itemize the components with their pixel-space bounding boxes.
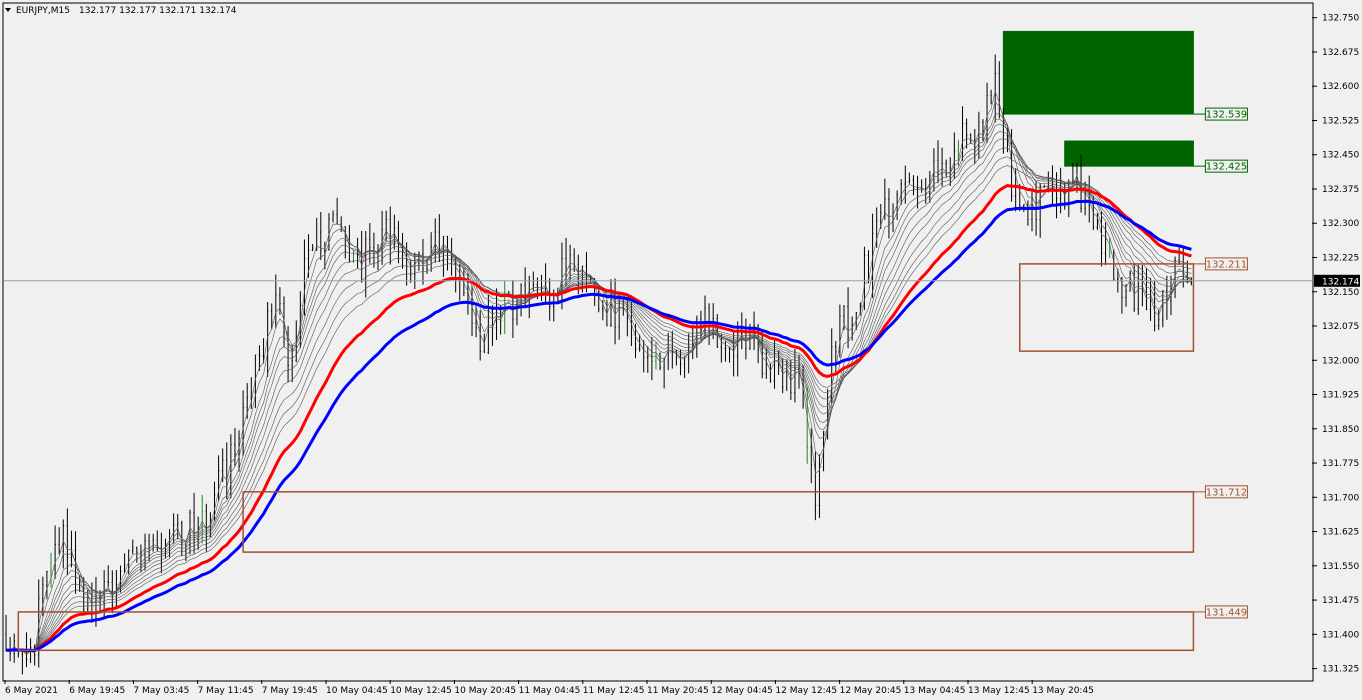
price-tick-label: 132.750 — [1322, 14, 1359, 24]
time-tick-label: 10 May 20:45 — [454, 686, 516, 696]
current-price-label: 132.174 — [1322, 277, 1359, 287]
symbol-label: EURJPY,M15 — [16, 6, 70, 16]
price-tick-label: 131.850 — [1322, 425, 1359, 435]
time-tick-label: 10 May 12:45 — [390, 686, 452, 696]
price-tick-label: 132.450 — [1322, 151, 1359, 161]
time-tick-label: 12 May 04:45 — [711, 686, 773, 696]
price-tick-label: 132.375 — [1322, 185, 1359, 195]
time-tick-label: 12 May 12:45 — [775, 686, 837, 696]
price-tick-label: 131.625 — [1322, 528, 1359, 538]
price-tick-label: 131.700 — [1322, 493, 1359, 503]
price-tick-label: 131.400 — [1322, 630, 1359, 640]
price-tick-label: 132.600 — [1322, 82, 1359, 92]
zone-price-label: 131.712 — [1206, 487, 1247, 498]
price-tick-label: 132.300 — [1322, 219, 1359, 229]
price-tick-label: 132.675 — [1322, 48, 1359, 58]
price-tick-label: 132.225 — [1322, 254, 1359, 264]
price-tick-label: 131.925 — [1322, 391, 1359, 401]
time-tick-label: 11 May 04:45 — [519, 686, 581, 696]
time-tick-label: 7 May 03:45 — [133, 686, 189, 696]
price-tick-label: 131.550 — [1322, 562, 1359, 572]
zone-price-label: 132.211 — [1206, 259, 1247, 270]
time-tick-label: 13 May 12:45 — [968, 686, 1030, 696]
price-tick-label: 132.150 — [1322, 288, 1359, 298]
time-tick-label: 13 May 04:45 — [904, 686, 966, 696]
time-tick-label: 6 May 19:45 — [69, 686, 125, 696]
supply-zone[interactable] — [1002, 30, 1194, 115]
price-axis: 132.750 132.675 132.600 132.525 132.450 132.3… — [1312, 14, 1359, 675]
price-tick-label: 131.325 — [1322, 665, 1359, 675]
price-tick-label: 131.475 — [1322, 596, 1359, 606]
price-chart[interactable]: 132.174 132.539 132.425 132.211 131.712 131.… — [0, 0, 1362, 700]
zone-price-label: 132.539 — [1206, 110, 1247, 121]
zone-price-label: 131.449 — [1206, 607, 1247, 618]
supply-zone[interactable] — [1064, 140, 1194, 167]
time-tick-label: 12 May 20:45 — [840, 686, 902, 696]
time-tick-label: 6 May 2021 — [5, 686, 58, 696]
ohlc-readout: 132.177 132.177 132.171 132.174 — [79, 6, 237, 16]
zone-price-label: 132.425 — [1206, 162, 1247, 173]
price-tick-label: 131.775 — [1322, 459, 1359, 469]
time-axis: 6 May 2021 6 May 19:45 7 May 03:45 7 May 11… — [4, 680, 1094, 696]
time-tick-label: 11 May 20:45 — [647, 686, 709, 696]
time-tick-label: 11 May 12:45 — [583, 686, 645, 696]
price-tick-label: 132.000 — [1322, 356, 1359, 366]
time-tick-label: 13 May 20:45 — [1032, 686, 1094, 696]
time-tick-label: 7 May 19:45 — [262, 686, 318, 696]
time-tick-label: 7 May 11:45 — [198, 686, 254, 696]
price-tick-label: 132.075 — [1322, 322, 1359, 332]
price-tick-label: 132.525 — [1322, 116, 1359, 126]
time-tick-label: 10 May 04:45 — [326, 686, 388, 696]
